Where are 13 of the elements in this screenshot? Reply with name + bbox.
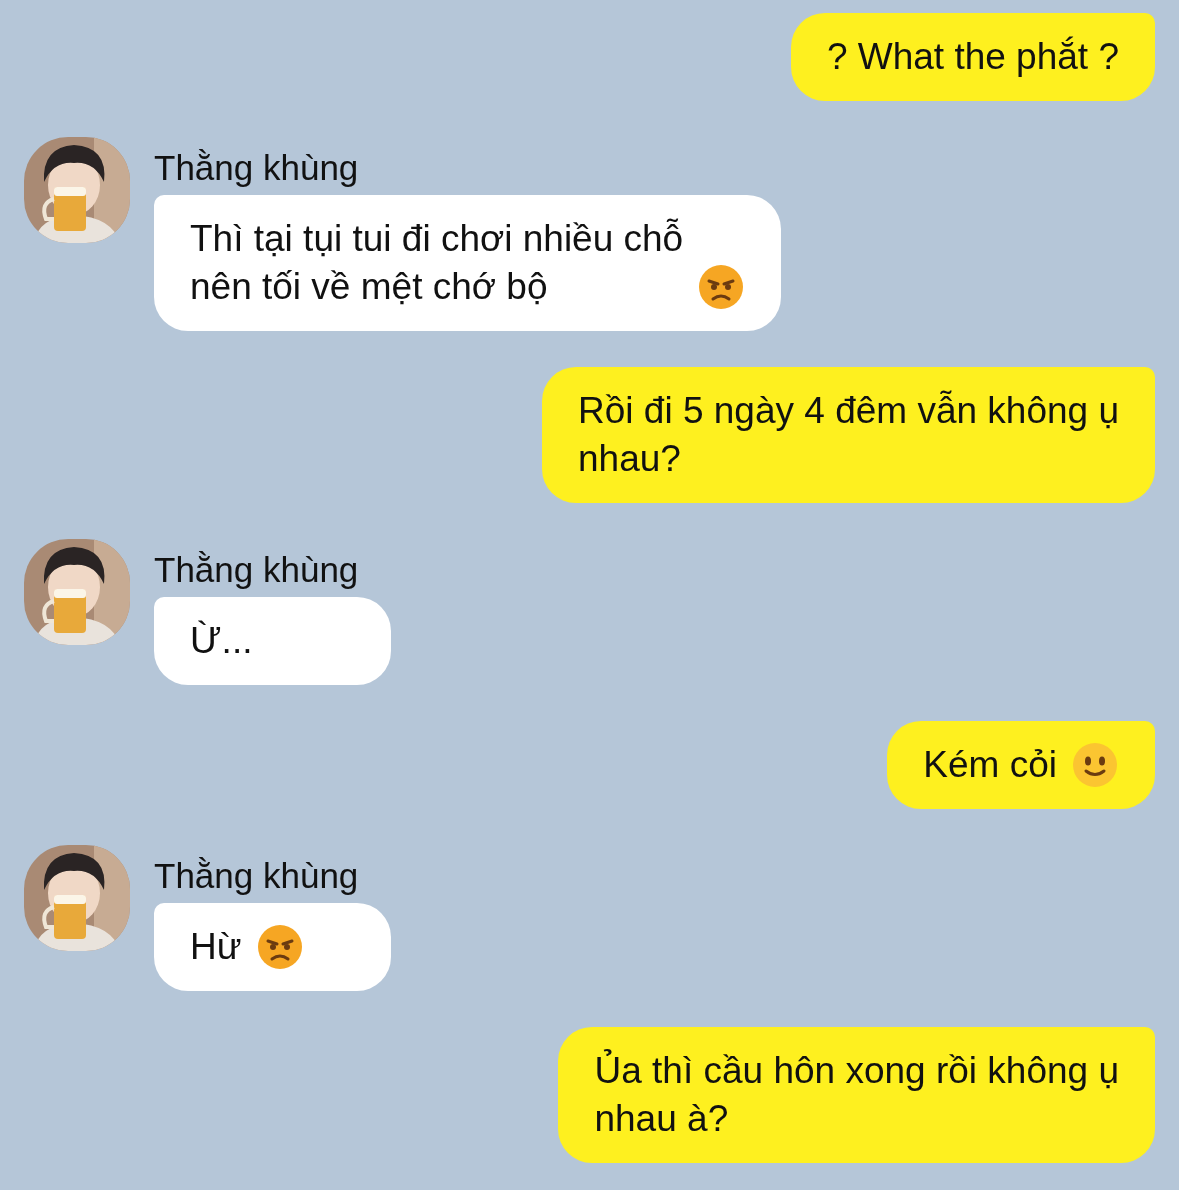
angry-face-icon (697, 263, 746, 311)
message-text: ? What the phắt ? (826, 35, 1119, 79)
message-text: Ủa thì cầu hôn xong rồi không ụ nhau à? (594, 1048, 1119, 1141)
message-text: Thì tại tụi tui đi chơi nhiều chỗ nên tối về mệt chớ bộ (190, 217, 684, 309)
smile-face-icon (1071, 741, 1119, 789)
sender-name: Thằng khùng (154, 549, 359, 591)
sender-name: Thằng khùng (154, 855, 359, 897)
message-text: Kém cỏi (923, 743, 1057, 787)
message-text: Ừ... (190, 619, 253, 663)
angry-face-icon (255, 923, 304, 971)
message-text: Hừ (190, 925, 242, 969)
message-text: Rồi đi 5 ngày 4 đêm vẫn không ụ nhau? (578, 389, 1119, 481)
sender-name: Thằng khùng (154, 147, 359, 189)
